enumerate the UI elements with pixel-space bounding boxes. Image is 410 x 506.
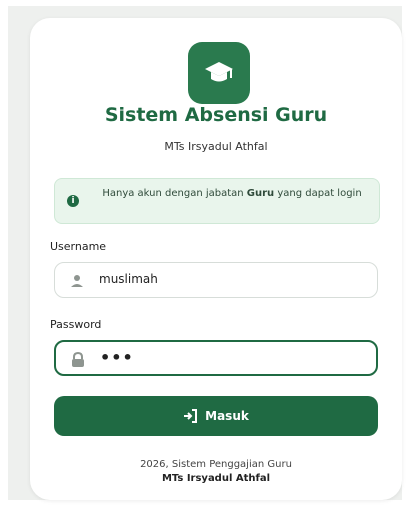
login-card: Sistem Absensi Guru MTs Irsyadul Athfal … [30, 18, 402, 500]
app-title: Sistem Absensi Guru [104, 104, 328, 126]
password-value: ••• [100, 348, 134, 367]
lock-icon [72, 352, 84, 367]
username-field[interactable]: muslimah [54, 262, 378, 298]
info-icon: i [67, 195, 79, 207]
footer: 2026, Sistem Penggajian Guru MTs Irsyadu… [30, 458, 402, 486]
alert-text-suffix: yang dapat login [274, 188, 362, 199]
footer-line1: 2026, Sistem Penggajian Guru [140, 459, 292, 470]
graduation-cap-icon [205, 62, 233, 82]
password-label: Password [50, 318, 102, 331]
user-icon [71, 275, 83, 287]
footer-line2: MTs Irsyadul Athfal [161, 473, 271, 484]
info-alert: i Hanya akun dengan jabatan Guru yang da… [54, 178, 380, 224]
alert-text-highlight: Guru [246, 188, 275, 199]
sign-in-icon [184, 409, 198, 423]
username-value: muslimah [99, 272, 158, 286]
login-button-label: Masuk [205, 409, 249, 423]
username-label: Username [50, 240, 107, 253]
school-name: MTs Irsyadul Athfal [164, 140, 268, 153]
alert-text-prefix: Hanya akun dengan jabatan [102, 188, 247, 199]
info-alert-text: Hanya akun dengan jabatan Guru yang dapa… [91, 187, 373, 201]
app-logo [188, 42, 250, 104]
password-field[interactable]: ••• [54, 340, 378, 376]
login-button[interactable]: Masuk [54, 396, 378, 436]
